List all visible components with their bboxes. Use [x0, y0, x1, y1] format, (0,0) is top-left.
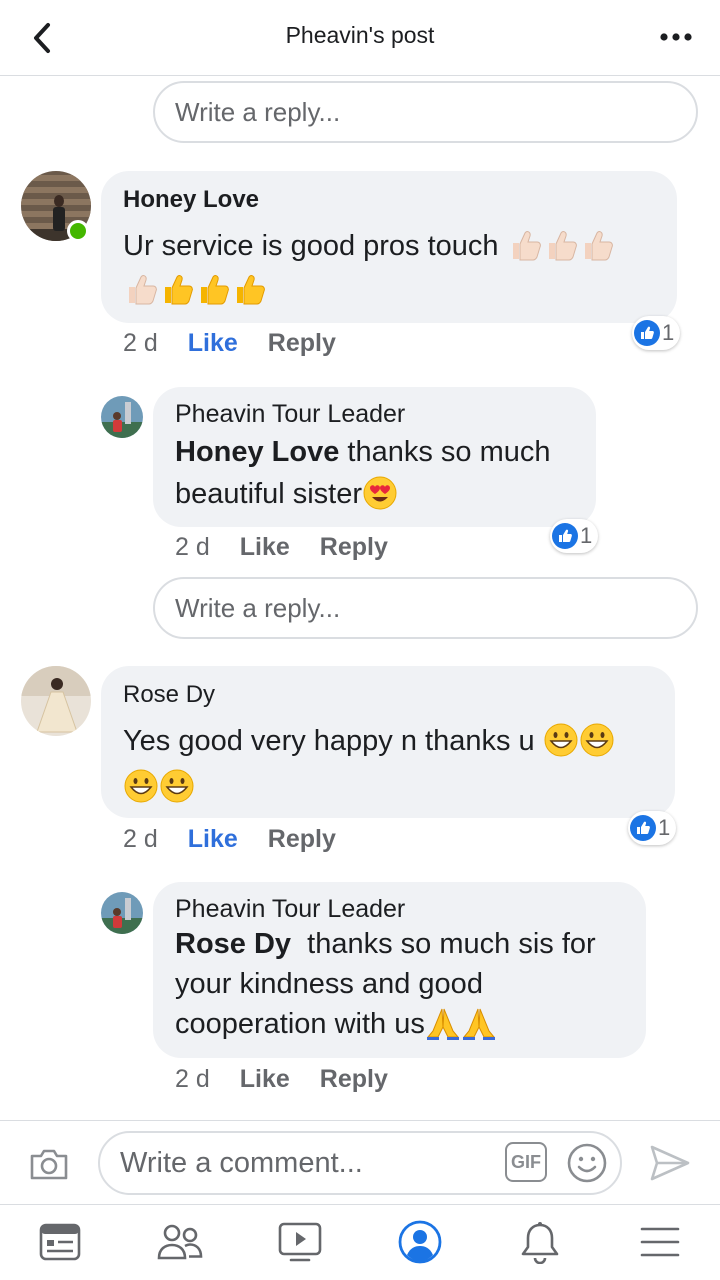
- reply-actions: 2 d Like Reply: [175, 1065, 388, 1094]
- reply-bubble: Pheavin Tour Leader Rose Dy thanks so mu…: [153, 882, 646, 1058]
- send-icon[interactable]: [646, 1139, 694, 1187]
- menu-icon[interactable]: [635, 1217, 685, 1267]
- folded-hands-icon: [461, 1008, 497, 1040]
- like-button[interactable]: Like: [240, 1065, 290, 1094]
- reply-button[interactable]: Reply: [320, 533, 388, 562]
- comment-emoji-line: [123, 766, 653, 808]
- reaction-count-badge[interactable]: 1: [632, 316, 681, 350]
- news-feed-icon[interactable]: [35, 1217, 85, 1267]
- reply-bubble: Pheavin Tour Leader Honey Love thanks so…: [153, 387, 596, 527]
- like-reaction-icon: [630, 815, 656, 841]
- comment-timestamp: 2 d: [123, 825, 158, 853]
- thumbs-up-light-icon: [579, 230, 615, 262]
- bottom-tab-bar: [0, 1204, 720, 1280]
- top-header: Pheavin's post: [0, 0, 720, 76]
- comment-emoji-line: [123, 269, 655, 311]
- comment-author[interactable]: Rose Dy: [123, 680, 653, 710]
- reply-actions: 2 d Like Reply: [175, 533, 388, 562]
- comment-bubble: Rose Dy Yes good very happy n thanks u: [101, 666, 675, 818]
- comment-actions: 2 d Like Reply: [123, 329, 336, 358]
- thumbs-up-light-icon: [123, 274, 159, 306]
- comment-composer: Write a comment... GIF: [0, 1120, 720, 1204]
- reply-text: Rose Dy thanks so much sis for your kind…: [175, 928, 604, 1040]
- reply-author[interactable]: Pheavin Tour Leader: [175, 399, 574, 429]
- thumbs-up-light-icon: [543, 230, 579, 262]
- reaction-count-badge[interactable]: 1: [550, 519, 599, 553]
- grinning-face-icon: [543, 723, 579, 757]
- profile-icon[interactable]: [395, 1217, 445, 1267]
- more-dots-icon[interactable]: [656, 22, 696, 52]
- folded-hands-icon: [425, 1008, 461, 1040]
- reaction-count-badge[interactable]: 1: [628, 811, 677, 845]
- reply-timestamp: 2 d: [175, 1065, 210, 1093]
- online-status-indicator: [67, 220, 89, 242]
- like-button[interactable]: Like: [188, 825, 238, 854]
- like-reaction-icon: [634, 320, 660, 346]
- watch-icon[interactable]: [275, 1217, 325, 1267]
- avatar[interactable]: [21, 666, 91, 736]
- comment-bubble: Honey Love Ur service is good pros touch: [101, 171, 677, 323]
- reply-timestamp: 2 d: [175, 533, 210, 561]
- grinning-face-icon: [159, 769, 195, 803]
- thumbs-up-light-icon: [507, 230, 543, 262]
- thumbs-up-yellow-icon: [159, 274, 195, 306]
- like-button[interactable]: Like: [188, 329, 238, 358]
- comment-timestamp: 2 d: [123, 329, 158, 357]
- thumbs-up-yellow-icon: [195, 274, 231, 306]
- heart-eyes-icon: [362, 476, 398, 510]
- mention-link[interactable]: Honey Love: [175, 436, 339, 468]
- smiley-icon[interactable]: [566, 1142, 608, 1184]
- thumbs-up-yellow-icon: [231, 274, 267, 306]
- avatar[interactable]: [101, 892, 143, 934]
- reply-text: Honey Love thanks so much beautiful sist…: [175, 436, 551, 510]
- reply-input[interactable]: Write a reply...: [153, 81, 698, 143]
- notifications-icon[interactable]: [515, 1217, 565, 1267]
- mention-link[interactable]: Rose Dy: [175, 928, 291, 960]
- comment-text: Ur service is good pros touch: [123, 225, 655, 267]
- comment-author[interactable]: Honey Love: [123, 185, 655, 215]
- reply-button[interactable]: Reply: [320, 1065, 388, 1094]
- like-button[interactable]: Like: [240, 533, 290, 562]
- avatar[interactable]: [101, 396, 143, 438]
- grinning-face-icon: [123, 769, 159, 803]
- camera-icon[interactable]: [26, 1141, 72, 1187]
- reply-author[interactable]: Pheavin Tour Leader: [175, 894, 624, 924]
- reply-button[interactable]: Reply: [268, 329, 336, 358]
- like-reaction-icon: [552, 523, 578, 549]
- comment-actions: 2 d Like Reply: [123, 825, 336, 854]
- friends-icon[interactable]: [155, 1217, 205, 1267]
- page-title: Pheavin's post: [285, 22, 435, 48]
- gif-icon[interactable]: GIF: [505, 1142, 547, 1182]
- reply-button[interactable]: Reply: [268, 825, 336, 854]
- comment-text: Yes good very happy n thanks u: [123, 720, 653, 762]
- reply-input[interactable]: Write a reply...: [153, 577, 698, 639]
- grinning-face-icon: [579, 723, 615, 757]
